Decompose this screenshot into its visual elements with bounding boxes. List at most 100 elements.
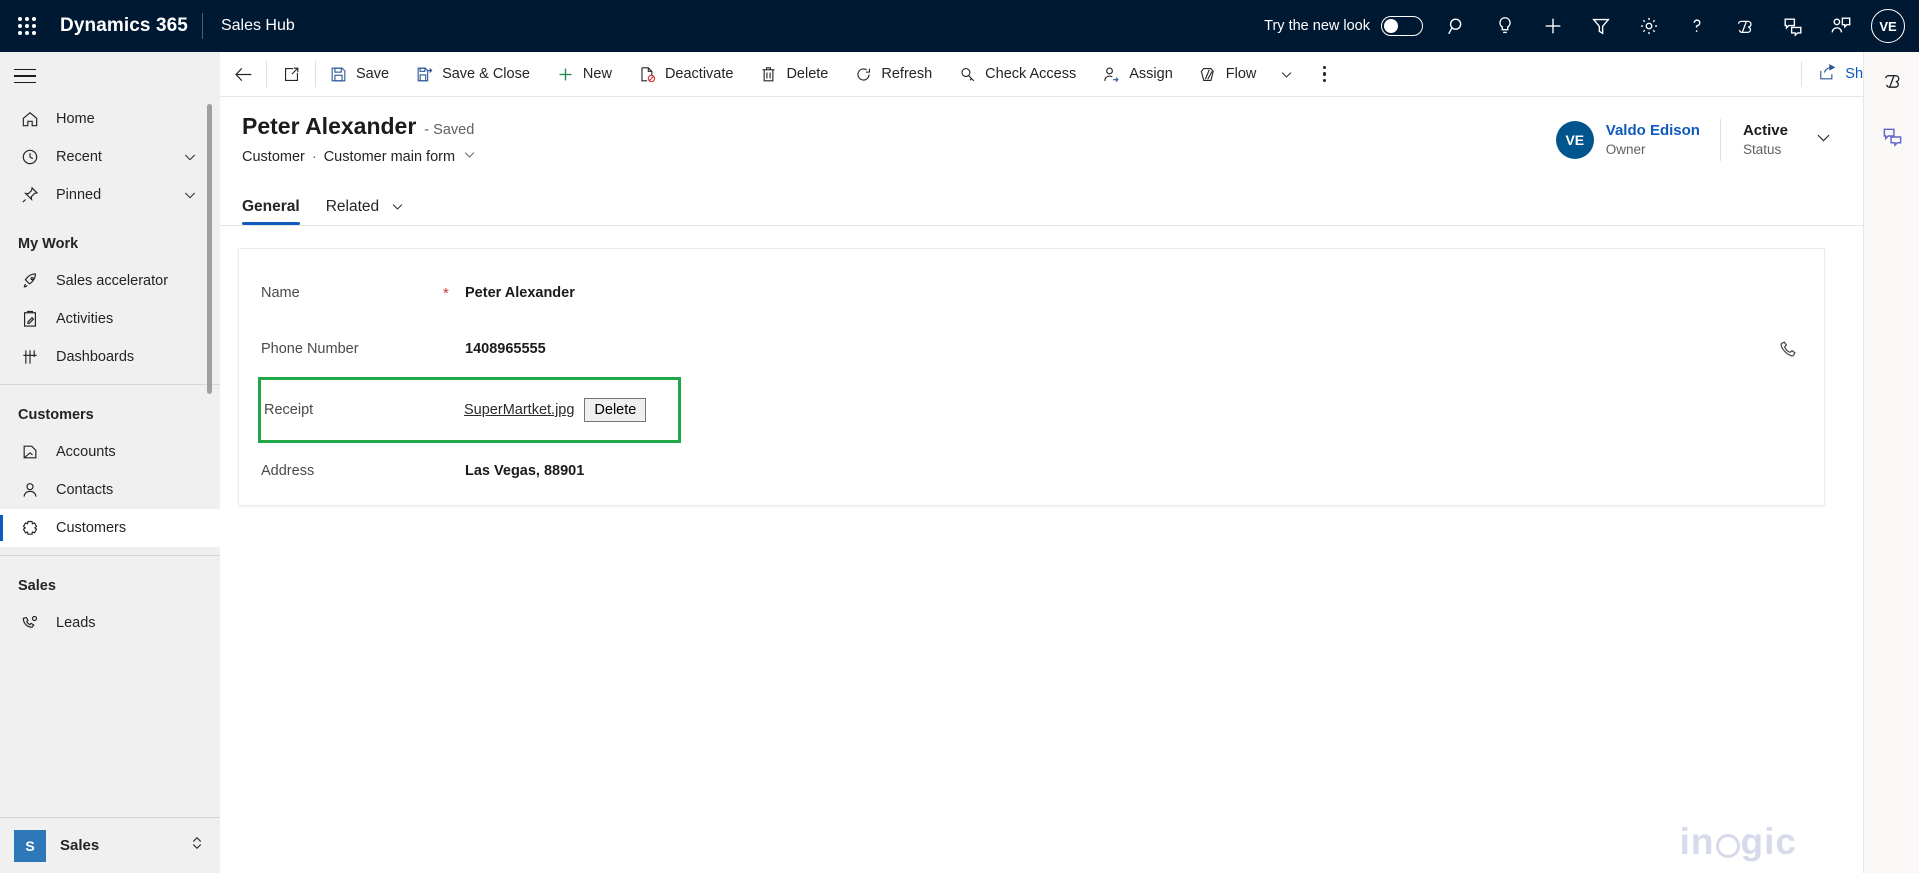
entity-name: Customer: [242, 149, 305, 165]
plus-icon[interactable]: [1529, 0, 1577, 52]
flow-icon: [1199, 65, 1218, 84]
field-label-address: Address: [261, 463, 443, 479]
check-access-button[interactable]: Check Access: [945, 52, 1089, 97]
sidebar-scrollbar[interactable]: [207, 104, 212, 394]
save-button[interactable]: Save: [316, 52, 402, 97]
search-icon[interactable]: [1433, 0, 1481, 52]
app-launcher-icon[interactable]: [14, 13, 40, 39]
assign-person-icon: [1102, 65, 1121, 84]
hamburger-icon[interactable]: [0, 52, 220, 100]
form-selector-label[interactable]: Customer main form: [324, 149, 455, 165]
sidebar-item-customers[interactable]: Customers: [0, 509, 220, 547]
sidebar-item-sales-accelerator[interactable]: Sales accelerator: [0, 262, 220, 300]
sidebar-group-title-sales: Sales: [0, 556, 220, 604]
leads-icon: [18, 611, 42, 635]
sidebar-item-home[interactable]: Home: [0, 100, 220, 138]
open-in-new-window-icon[interactable]: [267, 52, 315, 97]
sidebar-item-activities[interactable]: Activities: [0, 300, 220, 338]
save-and-close-label: Save & Close: [442, 66, 530, 82]
customers-icon: [18, 516, 42, 540]
record-content-area: Peter Alexander - Saved Customer · Custo…: [220, 97, 1863, 873]
chevron-down-icon[interactable]: [462, 147, 477, 166]
right-side-rail: [1863, 52, 1919, 873]
chevron-down-icon[interactable]: [390, 199, 405, 214]
field-label-name: Name: [261, 285, 443, 301]
flow-chevron-down-icon[interactable]: [1269, 52, 1304, 97]
field-value-address[interactable]: Las Vegas, 88901: [461, 463, 584, 479]
delete-label: Delete: [786, 66, 828, 82]
deactivate-icon: [638, 65, 657, 84]
sidebar-item-label: Customers: [56, 520, 126, 536]
sidebar-item-label: Leads: [56, 615, 96, 631]
new-look-toggle[interactable]: [1381, 16, 1423, 36]
save-status-text: - Saved: [424, 122, 474, 138]
tab-general[interactable]: General: [242, 198, 300, 225]
brand-title[interactable]: Dynamics 365: [54, 15, 202, 37]
record-title-block: Peter Alexander - Saved Customer · Custo…: [242, 113, 477, 166]
field-value-phone-number[interactable]: 1408965555: [461, 341, 546, 357]
user-avatar[interactable]: VE: [1871, 9, 1905, 43]
sidebar-item-recent[interactable]: Recent: [0, 138, 220, 176]
up-down-chevron-icon[interactable]: [188, 834, 206, 857]
field-row-phone-number: Phone Number 1408965555: [239, 321, 1824, 377]
more-options-icon[interactable]: [1304, 52, 1344, 97]
key-icon: [958, 65, 977, 84]
form-tabs: General Related: [220, 182, 1863, 226]
general-form-card: Name * Peter Alexander Phone Number 1408…: [238, 248, 1825, 506]
app-switcher-label: Sales: [60, 837, 99, 854]
status-block[interactable]: Active Status: [1721, 121, 1833, 159]
timeline-notes-icon[interactable]: [1864, 108, 1919, 164]
sidebar-item-leads[interactable]: Leads: [0, 604, 220, 642]
field-row-address: Address Las Vegas, 88901: [239, 443, 1824, 499]
sidebar-item-label: Pinned: [56, 187, 101, 203]
tab-label: Related: [326, 198, 379, 215]
deactivate-button[interactable]: Deactivate: [625, 52, 747, 97]
phone-call-icon[interactable]: [1778, 339, 1798, 359]
feedback-icon[interactable]: [1769, 0, 1817, 52]
chevron-down-icon[interactable]: [1814, 128, 1833, 152]
dashboard-icon: [18, 345, 42, 369]
contact-person-icon: [18, 478, 42, 502]
person-feedback-icon[interactable]: [1817, 0, 1865, 52]
gear-icon[interactable]: [1625, 0, 1673, 52]
avatar: VE: [1556, 121, 1594, 159]
sidebar-item-pinned[interactable]: Pinned: [0, 176, 220, 214]
back-arrow-icon[interactable]: [220, 52, 266, 97]
refresh-icon: [854, 65, 873, 84]
assign-button[interactable]: Assign: [1089, 52, 1186, 97]
refresh-button[interactable]: Refresh: [841, 52, 945, 97]
delete-button[interactable]: Delete: [746, 52, 841, 97]
sidebar-item-label: Sales accelerator: [56, 273, 168, 289]
share-icon: [1818, 63, 1837, 86]
try-new-look-toggle-group[interactable]: Try the new look: [1264, 16, 1423, 36]
owner-name[interactable]: Valdo Edison: [1606, 121, 1700, 141]
tab-label: General: [242, 198, 300, 215]
lightbulb-icon[interactable]: [1481, 0, 1529, 52]
record-subtitle: Customer · Customer main form: [242, 147, 477, 166]
copilot-icon[interactable]: [1721, 0, 1769, 52]
sidebar-item-label: Home: [56, 111, 95, 127]
owner-block[interactable]: VE Valdo Edison Owner: [1556, 121, 1720, 159]
receipt-delete-button[interactable]: Delete: [584, 398, 646, 422]
tab-related[interactable]: Related: [326, 198, 406, 225]
copilot-icon[interactable]: [1864, 52, 1919, 108]
sidebar-item-dashboards[interactable]: Dashboards: [0, 338, 220, 376]
owner-role-label: Owner: [1606, 141, 1700, 159]
filter-icon[interactable]: [1577, 0, 1625, 52]
chevron-down-icon[interactable]: [182, 187, 198, 203]
receipt-file-link[interactable]: SuperMartket.jpg: [460, 402, 574, 418]
sidebar-item-label: Accounts: [56, 444, 116, 460]
flow-button[interactable]: Flow: [1186, 52, 1270, 97]
sidebar-item-contacts[interactable]: Contacts: [0, 471, 220, 509]
app-title[interactable]: Sales Hub: [203, 17, 295, 35]
save-and-close-icon: [415, 65, 434, 84]
new-button[interactable]: New: [543, 52, 625, 97]
question-icon[interactable]: [1673, 0, 1721, 52]
sidebar-item-accounts[interactable]: Accounts: [0, 433, 220, 471]
chevron-down-icon[interactable]: [182, 149, 198, 165]
field-row-name: Name * Peter Alexander: [239, 265, 1824, 321]
pin-icon: [18, 183, 42, 207]
app-switcher-button[interactable]: S Sales: [0, 817, 220, 873]
save-and-close-button[interactable]: Save & Close: [402, 52, 543, 97]
field-value-name[interactable]: Peter Alexander: [461, 285, 575, 301]
